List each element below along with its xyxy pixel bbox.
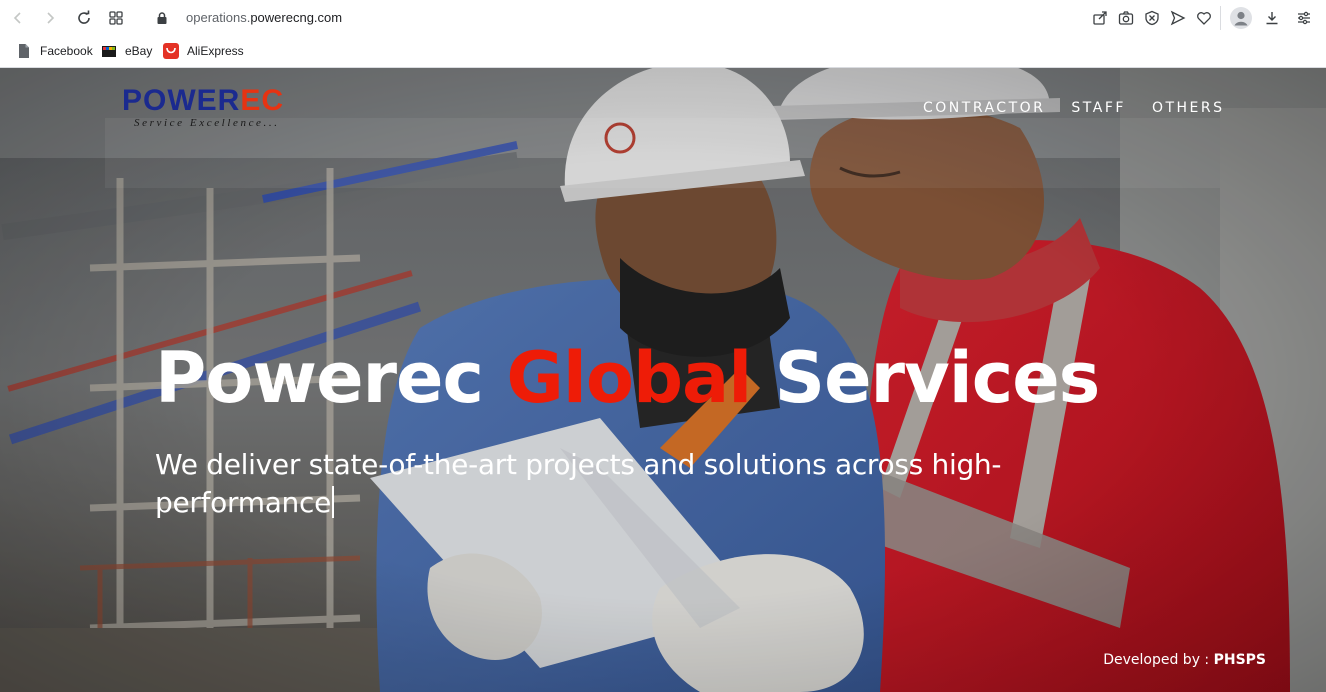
logo-wordmark: POWEREC xyxy=(122,86,284,116)
nav-staff[interactable]: STAFF xyxy=(1071,100,1126,116)
hero-title-accent: Global xyxy=(506,337,752,419)
browser-toolbar: operations.powerecng.com xyxy=(0,0,1326,36)
url-prefix: operations. xyxy=(186,10,251,25)
ebay-icon xyxy=(102,46,116,57)
share-icon xyxy=(1093,11,1107,25)
settings-sliders-icon xyxy=(1298,11,1310,25)
hero-title-part2: Services xyxy=(751,337,1101,419)
snapshot-button[interactable] xyxy=(1116,8,1136,28)
share-button[interactable] xyxy=(1090,8,1110,28)
hero-subtitle: We deliver state-of-the-art projects and… xyxy=(155,446,1095,522)
send-icon xyxy=(1170,10,1186,26)
avatar-icon xyxy=(1230,7,1252,29)
reload-icon xyxy=(78,10,90,24)
url-host: powerecng.com xyxy=(250,10,343,25)
back-button[interactable] xyxy=(8,8,28,28)
bookmarks-bar: Facebook eBay AliExpress xyxy=(0,36,1326,68)
logo-tagline: Service Excellence... xyxy=(134,117,280,129)
speed-dial-button[interactable] xyxy=(106,8,126,28)
download-icon xyxy=(1266,12,1278,25)
site-logo[interactable]: POWEREC Service Excellence... xyxy=(122,86,284,130)
flow-button[interactable] xyxy=(1168,8,1188,28)
nav-others[interactable]: OTHERS xyxy=(1152,100,1225,116)
bookmark-label: Facebook xyxy=(40,44,93,58)
forward-arrow-icon xyxy=(47,12,55,24)
address-bar[interactable]: operations.powerecng.com xyxy=(186,10,342,25)
logo-prefix: POWER xyxy=(122,84,241,117)
downloads-button[interactable] xyxy=(1262,8,1282,28)
pinboard-button[interactable] xyxy=(1194,8,1214,28)
hero-subtitle-text: We deliver state-of-the-art projects and… xyxy=(155,448,1002,519)
site-info-button[interactable] xyxy=(152,8,172,28)
bookmark-label: AliExpress xyxy=(187,44,244,58)
reload-button[interactable] xyxy=(74,8,94,28)
adblock-button[interactable] xyxy=(1142,8,1162,28)
heart-icon xyxy=(1197,12,1211,25)
nav-contractor[interactable]: CONTRACTOR xyxy=(923,100,1045,116)
camera-icon xyxy=(1118,11,1134,25)
typing-caret xyxy=(332,486,335,518)
forward-button[interactable] xyxy=(40,8,60,28)
easy-setup-button[interactable] xyxy=(1294,8,1314,28)
bookmark-label: eBay xyxy=(125,44,153,58)
hero-section: POWEREC Service Excellence... CONTRACTOR… xyxy=(0,68,1326,692)
toolbar-divider xyxy=(1220,6,1221,30)
profile-button[interactable] xyxy=(1230,7,1252,29)
lock-icon xyxy=(157,12,167,24)
back-arrow-icon xyxy=(13,12,21,24)
block-icon xyxy=(1145,10,1159,26)
credit-name: PHSPS xyxy=(1213,652,1266,668)
bookmark-facebook[interactable]: Facebook xyxy=(16,43,93,59)
bookmark-aliexpress[interactable]: AliExpress xyxy=(163,43,244,59)
credit-label: Developed by : xyxy=(1103,652,1214,668)
logo-suffix: EC xyxy=(240,84,285,117)
main-nav: CONTRACTOR STAFF OTHERS xyxy=(923,100,1225,116)
hero-title: Powerec Global Services xyxy=(155,337,1101,419)
hero-title-part1: Powerec xyxy=(155,337,507,419)
bookmark-ebay[interactable]: eBay xyxy=(101,43,152,59)
aliexpress-icon xyxy=(163,43,179,59)
file-icon xyxy=(19,44,29,58)
developer-credit: Developed by : PHSPS xyxy=(1103,652,1266,668)
grid-icon xyxy=(109,11,123,25)
